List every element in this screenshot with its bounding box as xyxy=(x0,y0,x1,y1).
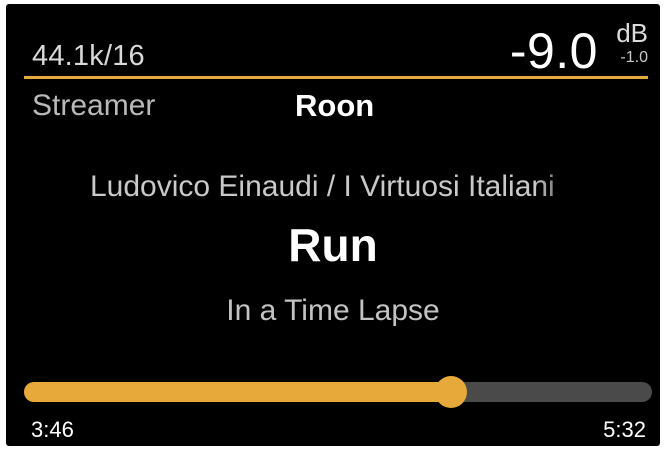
track-album: In a Time Lapse xyxy=(226,294,440,327)
total-duration: 5:32 xyxy=(603,417,646,442)
header-divider xyxy=(24,76,648,79)
volume-offset: -1.0 xyxy=(620,49,648,66)
progress-fill xyxy=(24,382,452,402)
audio-format: 44.1k/16 xyxy=(32,40,145,72)
volume-level[interactable]: -9.0 xyxy=(510,22,598,80)
volume-unit: dB xyxy=(616,18,648,48)
progress-bar[interactable] xyxy=(24,376,652,408)
track-artist: Ludovico Einaudi / I Virtuosi Italiani xyxy=(90,170,555,203)
source-label: Streamer xyxy=(32,89,156,122)
progress-handle[interactable] xyxy=(435,376,468,408)
track-title: Run xyxy=(288,219,378,271)
elapsed-time: 3:46 xyxy=(31,417,74,442)
source-value[interactable]: Roon xyxy=(295,88,374,124)
now-playing-screen: 44.1k/16 -9.0 dB -1.0 Streamer Roon Ludo… xyxy=(6,4,660,446)
